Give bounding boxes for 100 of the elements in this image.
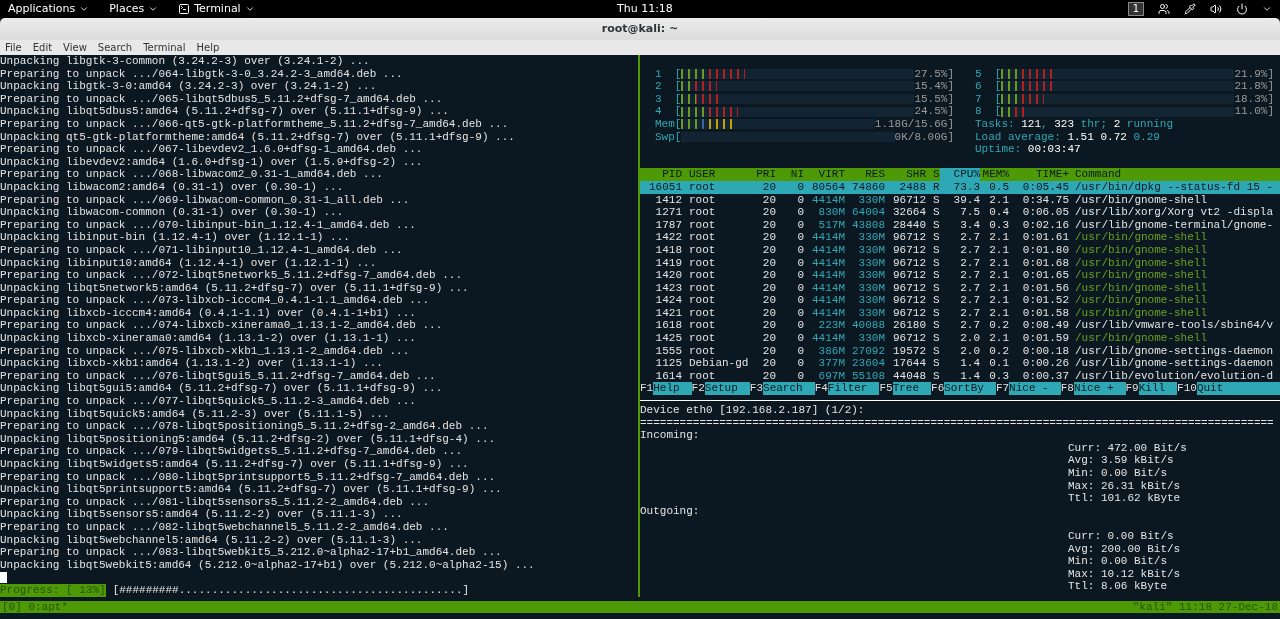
terminal-line: Unpacking libqt5sensors5:amd64 (5.11.2-2) over (5.11.1-3) ... xyxy=(0,508,404,521)
table-cell-text: S xyxy=(932,243,940,257)
table-cell-text: 2.1 xyxy=(988,294,1009,307)
table-cell-text: 2.1 xyxy=(988,332,1009,345)
workspace-indicator[interactable]: 1 xyxy=(1127,2,1144,16)
process-row[interactable]: 1787 root 20 0 517M 43808 28440 S 3.4 0.3 0:02.16 /usr/lib/gnome-terminal/gnome- xyxy=(640,218,1280,232)
terminal-line: Preparing to unpack .../068-libwacom2_0.31-1_amd64.deb ... xyxy=(0,168,384,181)
table-cell-text: 223M xyxy=(817,319,845,333)
column-header[interactable]: S xyxy=(926,168,940,181)
process-row[interactable]: 1425 root 20 0 4414M 330M 96712 S 2.0 2.1 0:01.59 /usr/bin/gnome-shell xyxy=(640,332,1280,345)
users-icon[interactable] xyxy=(1158,3,1170,15)
column-header[interactable]: USER xyxy=(682,168,748,181)
meter-label: 1 [ xyxy=(655,67,682,81)
column-header[interactable]: CPU% xyxy=(940,168,980,181)
table-cell-text: 16051 xyxy=(648,180,682,194)
table-cell-text: 20 xyxy=(761,319,776,333)
pipette-icon[interactable] xyxy=(1184,3,1196,15)
table-cell-text: 20 xyxy=(761,281,776,295)
caret-icon xyxy=(79,4,90,14)
menu-item[interactable]: View xyxy=(63,40,87,55)
table-cell-text: S xyxy=(932,319,940,333)
process-row[interactable]: 1125 Debian-gd 20 0 377M 23604 17644 S 1.4 0.1 0:00.26 /usr/lib/gnome-settings-daemon xyxy=(640,357,1280,370)
process-row[interactable]: 1618 root 20 0 223M 40088 26180 S 2.7 0.2 0:08.49 /usr/lib/vmware-tools/sbin64/v xyxy=(640,319,1280,333)
terminal-line: Unpacking libxcb-xinerama0:amd64 (1.13.1-2) over (1.13.1-1) ... xyxy=(0,332,417,345)
table-cell-text: 96712 xyxy=(892,243,926,257)
panel-clock[interactable]: Thu 11:18 xyxy=(617,0,673,18)
panel-menu[interactable]: Terminal xyxy=(178,0,255,18)
table-cell-text: S xyxy=(932,256,940,270)
terminal-line: Preparing to unpack .../064-libgtk-3-0_3.24.2-3_amd64.deb ... xyxy=(0,67,404,81)
process-row[interactable]: 1424 root 20 0 4414M 330M 96712 S 2.7 2.1 0:01.52 /usr/bin/gnome-shell xyxy=(640,294,1280,307)
process-row[interactable]: 1614 root 20 0 697M 55108 44048 S 1.4 0.3 0:00.37 /usr/lib/evolution/evolution-d xyxy=(640,369,1280,383)
terminal-line: Preparing to unpack .../067-libevdev2_1.6.0+dfsg-1_amd64.deb ... xyxy=(0,143,424,156)
table-cell-text: 2.7 xyxy=(959,269,980,282)
traffic-stat: Avg: 200.00 Bit/s xyxy=(1067,542,1182,556)
table-cell-text: root xyxy=(688,256,717,270)
process-row[interactable]: 1555 root 20 0 386M 27092 19572 S 2.0 0.2 0:00.18 /usr/lib/gnome-settings-daemon xyxy=(640,344,1280,358)
table-cell-text: 64004 xyxy=(851,206,885,219)
table-cell-text: S xyxy=(932,357,940,370)
separator-line: ================================================================================================ xyxy=(640,416,1275,430)
menu-item[interactable]: Help xyxy=(196,40,220,55)
terminal-line: Preparing to unpack .../065-libqt5dbus5_5.11.2+dfsg-7_amd64.deb ... xyxy=(0,92,444,106)
table-cell-text: 1271 xyxy=(654,206,682,219)
terminal-line: Unpacking qt5-gtk-platformtheme:amd64 (5.11.2+dfsg-7) over (5.11.1+dfsg-9) ... xyxy=(0,130,516,144)
process-row[interactable]: 1420 root 20 0 4414M 330M 96712 S 2.7 2.1 0:01.65 /usr/bin/gnome-shell xyxy=(640,269,1280,282)
panel-menu[interactable]: Places xyxy=(109,0,159,18)
table-cell-text: S xyxy=(932,281,940,295)
column-header[interactable]: VIRT xyxy=(804,168,845,181)
process-row[interactable]: 1271 root 20 0 830M 64004 32664 S 7.5 0.4 0:06.05 /usr/lib/xorg/Xorg vt2 -displa xyxy=(640,206,1280,219)
menu-item[interactable]: File xyxy=(5,40,22,55)
column-header[interactable]: RES xyxy=(845,168,885,181)
table-cell-text: 28440 xyxy=(892,218,926,232)
table-cell-text: 0:08.49 xyxy=(1021,319,1069,333)
traffic-stat: Avg: 3.59 kBit/s xyxy=(1067,454,1175,467)
process-row[interactable]: 1418 root 20 0 4414M 330M 96712 S 2.7 2.1 0:01.80 /usr/bin/gnome-shell xyxy=(640,243,1280,257)
column-header[interactable]: TIME+ xyxy=(1009,168,1069,181)
traffic-stat: Ttl: 101.62 kByte xyxy=(1067,492,1182,505)
menu-item[interactable]: Edit xyxy=(32,40,53,55)
table-cell-text: 0:01.59 xyxy=(1021,332,1069,345)
table-cell-text: 1.4 xyxy=(959,369,980,383)
menu-item[interactable]: Terminal xyxy=(143,40,186,55)
table-cell-text: 20 xyxy=(761,243,776,257)
caret-icon[interactable] xyxy=(1262,4,1272,14)
process-row[interactable]: 1421 root 20 0 4414M 330M 96712 S 2.7 2.1 0:01.58 /usr/bin/gnome-shell xyxy=(640,306,1280,320)
terminal-line: Unpacking libqt5network5:amd64 (5.11.2+dfsg-7) over (5.11.1+dfsg-9) ... xyxy=(0,281,470,295)
table-cell-text: 0 xyxy=(796,332,804,345)
status-right: "kali" 11:18 27-Dec-18 xyxy=(1132,601,1278,613)
table-cell-text: 330M xyxy=(857,256,885,270)
terminal-line: Preparing to unpack .../079-libqt5widgets5_5.11.2+dfsg-7_amd64.deb ... xyxy=(0,445,464,458)
column-header[interactable]: PRI xyxy=(748,168,776,181)
power-icon[interactable] xyxy=(1236,3,1248,15)
table-cell-text: 3.4 xyxy=(959,218,980,232)
table-cell-text: 0:05.45 xyxy=(1021,180,1069,194)
menu-item[interactable]: Search xyxy=(97,40,133,55)
table-cell-text: 96712 xyxy=(892,269,926,282)
table-cell-text: 0:01.80 xyxy=(1021,243,1069,257)
meter-reading: 21.8%] xyxy=(1234,80,1274,93)
table-cell-text: S xyxy=(932,231,940,244)
table-cell-text: 0:01.56 xyxy=(1021,281,1069,295)
column-header[interactable]: SHR xyxy=(885,168,926,181)
traffic-stat: Max: 10.12 kBit/s xyxy=(1067,567,1182,581)
process-row[interactable]: 1419 root 20 0 4414M 330M 96712 S 2.7 2.1 0:01.68 /usr/bin/gnome-shell xyxy=(640,256,1280,270)
speaker-icon[interactable] xyxy=(1210,3,1222,15)
table-cell-text: 32664 xyxy=(892,206,926,219)
table-cell-text: 830M xyxy=(817,206,845,219)
column-header[interactable]: MEM% xyxy=(980,168,1009,181)
column-header[interactable]: NI xyxy=(776,168,804,181)
column-header[interactable]: Command xyxy=(1069,168,1280,181)
table-cell-text: /usr/bin/dpkg --status-fd 15 - xyxy=(1074,180,1275,194)
process-row[interactable]: 1412 root 20 0 4414M 330M 96712 S 39.4 2.1 0:34.75 /usr/bin/gnome-shell xyxy=(640,193,1280,207)
table-cell-text: 0:00.37 xyxy=(1021,369,1069,383)
table-cell-text: 1419 xyxy=(654,256,682,270)
terminal-line: Unpacking libinput10:amd64 (1.12.4-1) over (1.12.1-1) ... xyxy=(0,256,378,270)
column-header[interactable]: PID xyxy=(640,168,682,181)
table-cell-text: 386M xyxy=(817,344,845,358)
process-row[interactable]: 1423 root 20 0 4414M 330M 96712 S 2.7 2.1 0:01.56 /usr/bin/gnome-shell xyxy=(640,281,1280,295)
table-cell-text: 96712 xyxy=(892,306,926,320)
table-cell-text: 0.1 xyxy=(988,357,1009,370)
process-row[interactable]: 1422 root 20 0 4414M 330M 96712 S 2.7 2.1 0:01.61 /usr/bin/gnome-shell xyxy=(640,231,1280,244)
terminal-line: Unpacking libqt5dbus5:amd64 (5.11.2+dfsg-7) over (5.11.1+dfsg-9) ... xyxy=(0,105,450,118)
panel-menu[interactable]: Applications xyxy=(8,0,90,18)
